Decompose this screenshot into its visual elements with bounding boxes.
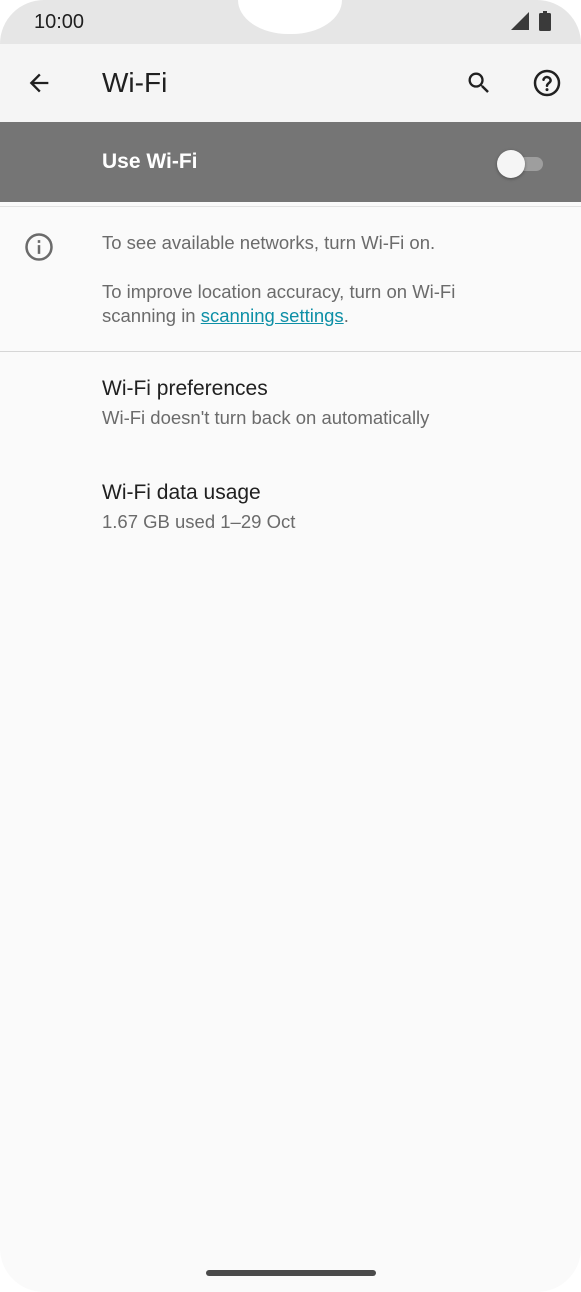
status-bar: 10:00 (0, 0, 581, 44)
app-bar: Wi-Fi (0, 44, 581, 122)
search-icon (468, 72, 489, 93)
info-text-networks: To see available networks, turn Wi-Fi on… (102, 232, 436, 253)
scanning-settings-link[interactable]: scanning settings (201, 305, 344, 326)
wifi-preferences-item[interactable]: Wi-Fi preferences Wi-Fi doesn't turn bac… (0, 351, 581, 447)
info-text-scanning-suffix: . (343, 305, 349, 326)
wifi-preferences-title: Wi-Fi preferences (102, 377, 268, 400)
help-button[interactable] (523, 59, 571, 107)
info-text-scanning: To improve location accuracy, turn on Wi… (102, 280, 532, 328)
cellular-signal-icon (511, 12, 529, 30)
back-arrow-icon (29, 73, 49, 93)
status-icons (511, 11, 551, 31)
wifi-data-usage-item[interactable]: Wi-Fi data usage 1.67 GB used 1–29 Oct (0, 455, 581, 551)
gesture-nav-handle[interactable] (206, 1270, 376, 1276)
wifi-toggle[interactable] (497, 150, 543, 178)
status-time: 10:00 (34, 11, 85, 33)
page-title: Wi-Fi (102, 67, 168, 98)
back-button[interactable] (15, 59, 63, 107)
wifi-data-usage-title: Wi-Fi data usage (102, 481, 261, 504)
use-wifi-label: Use Wi-Fi (102, 150, 198, 173)
help-icon (533, 69, 561, 97)
battery-icon (539, 11, 551, 31)
search-button[interactable] (455, 59, 503, 107)
wifi-preferences-summary: Wi-Fi doesn't turn back on automatically (102, 407, 430, 428)
wifi-data-usage-summary: 1.67 GB used 1–29 Oct (102, 511, 296, 532)
camera-notch (238, 0, 342, 34)
toggle-thumb (497, 150, 525, 178)
info-icon (25, 233, 53, 261)
wifi-off-info: To see available networks, turn Wi-Fi on… (0, 206, 581, 352)
use-wifi-switch-bar[interactable]: Use Wi-Fi (0, 122, 581, 202)
phone-screen: 10:00 Wi-Fi Use Wi-Fi To see available n… (0, 0, 581, 1292)
